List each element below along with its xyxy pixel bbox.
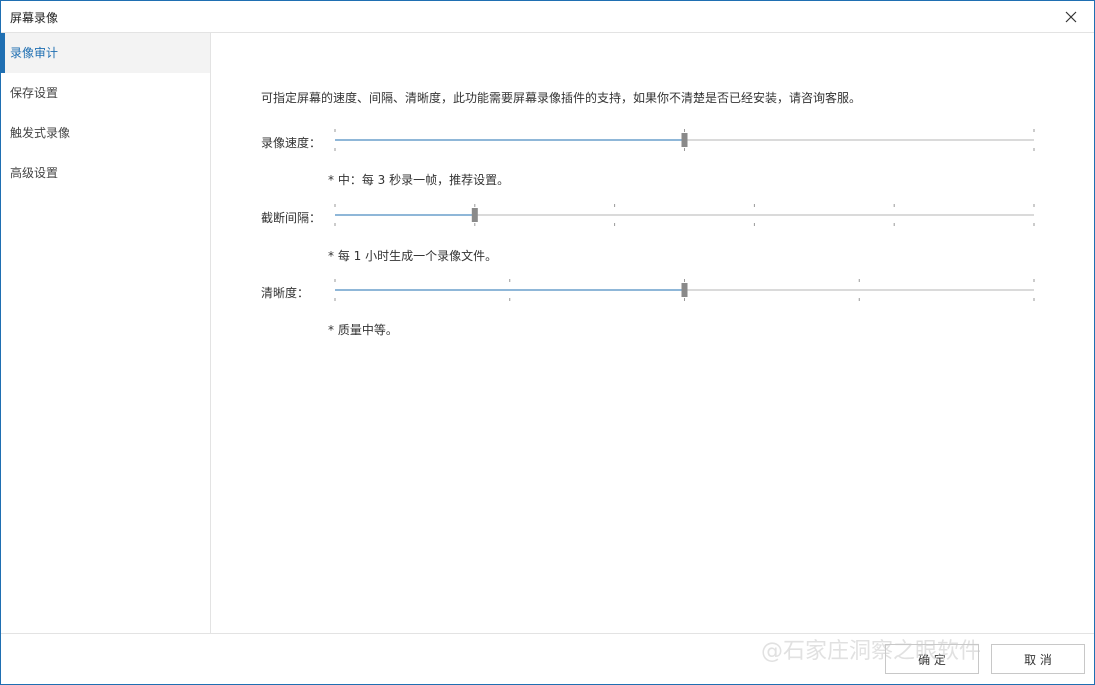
recording-speed-slider[interactable] (333, 128, 1036, 152)
dialog-footer: 确 定 取 消 (1, 633, 1094, 685)
cancel-button[interactable]: 取 消 (991, 644, 1085, 674)
ok-button[interactable]: 确 定 (885, 644, 979, 674)
main-panel: 可指定屏幕的速度、间隔、清晰度，此功能需要屏幕录像插件的支持，如果你不清楚是否已… (211, 33, 1094, 633)
recording-speed-label: 录像速度： (261, 136, 322, 150)
sidebar-item-label: 录像审计 (10, 46, 59, 60)
sidebar: 录像审计 保存设置 触发式录像 高级设置 (1, 33, 211, 633)
sidebar-item-save-settings[interactable]: 保存设置 (1, 73, 210, 113)
clarity-slider[interactable] (333, 278, 1036, 302)
recording-speed-note: * 中：每 3 秒录一帧，推荐设置。 (328, 173, 510, 187)
sidebar-item-triggered-recording[interactable]: 触发式录像 (1, 113, 210, 153)
feature-description: 可指定屏幕的速度、间隔、清晰度，此功能需要屏幕录像插件的支持，如果你不清楚是否已… (261, 91, 862, 105)
sidebar-item-label: 触发式录像 (10, 126, 71, 140)
slider-thumb[interactable] (681, 133, 688, 147)
title-bar[interactable]: 屏幕录像 (1, 1, 1094, 33)
sidebar-item-advanced-settings[interactable]: 高级设置 (1, 153, 210, 193)
dialog-window: 屏幕录像 录像审计 保存设置 触发式录像 高级设置 可指定屏幕的速度、间隔、清晰… (0, 0, 1095, 685)
close-button[interactable] (1048, 1, 1094, 32)
slider-thumb[interactable] (681, 283, 688, 297)
window-title: 屏幕录像 (10, 11, 59, 25)
close-icon (1065, 11, 1077, 22)
sidebar-item-label: 高级设置 (10, 166, 59, 180)
sidebar-item-label: 保存设置 (10, 86, 59, 100)
clarity-note: * 质量中等。 (328, 323, 398, 337)
slider-thumb[interactable] (471, 208, 478, 222)
split-interval-label: 截断间隔： (261, 211, 322, 225)
sidebar-item-recording-audit[interactable]: 录像审计 (1, 33, 210, 73)
clarity-label: 清晰度： (261, 286, 310, 300)
split-interval-note: * 每 1 小时生成一个录像文件。 (328, 249, 498, 263)
split-interval-slider[interactable] (333, 203, 1036, 227)
